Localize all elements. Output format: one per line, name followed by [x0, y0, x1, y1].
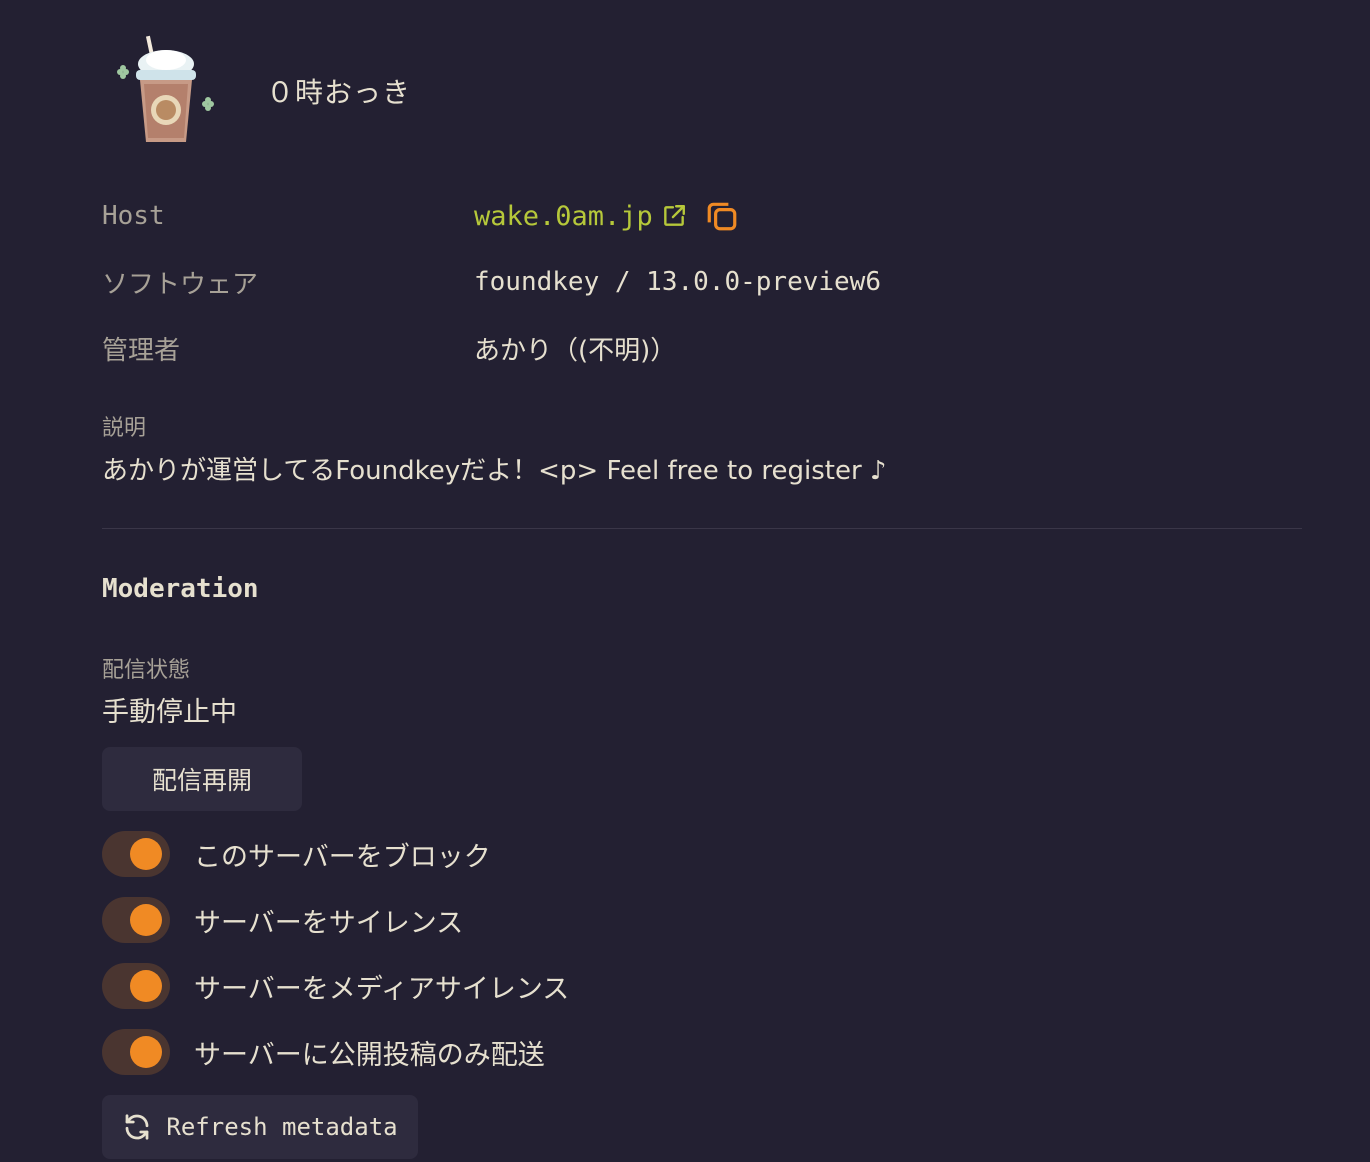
- copy-icon[interactable]: [705, 199, 739, 233]
- external-link-icon[interactable]: [661, 203, 687, 229]
- toggle-label: サーバーに公開投稿のみ配送: [194, 1039, 545, 1071]
- description-text: あかりが運営してるFoundkeyだよ！<p> Feel free to reg…: [102, 456, 887, 486]
- toggle-label: このサーバーをブロック: [194, 841, 491, 873]
- instance-name: ０時おっき: [266, 76, 412, 109]
- toggle-label: サーバーをサイレンス: [194, 907, 464, 939]
- moderation-title: Moderation: [102, 574, 259, 604]
- section-divider: [102, 528, 1302, 529]
- toggle-switch[interactable]: [102, 897, 170, 943]
- software-value: foundkey / 13.0.0-preview6: [474, 267, 881, 297]
- toggle-knob: [130, 1036, 162, 1068]
- refresh-icon: [126, 1114, 149, 1140]
- host-value-container: wake.0am.jp: [474, 199, 739, 233]
- software-label: ソフトウェア: [102, 269, 259, 300]
- toggle-block-server[interactable]: このサーバーをブロック: [102, 831, 491, 877]
- toggle-silence-server[interactable]: サーバーをサイレンス: [102, 897, 463, 943]
- host-link[interactable]: wake.0am.jp: [474, 201, 653, 232]
- resume-delivery-label: 配信再開: [151, 766, 252, 795]
- admin-value: あかり（(不明)）: [474, 335, 677, 366]
- instance-info-page: ０時おっき Host wake.0am.jp ソフトウェア foundkey /…: [0, 0, 1370, 1162]
- toggle-knob: [130, 838, 162, 870]
- toggle-switch[interactable]: [102, 1029, 170, 1075]
- toggle-knob: [130, 970, 162, 1002]
- delivery-status-label: 配信状態: [102, 658, 191, 683]
- toggle-knob: [130, 904, 162, 936]
- instance-avatar: [117, 35, 214, 142]
- toggle-switch[interactable]: [102, 963, 170, 1009]
- refresh-metadata-label: Refresh metadata: [166, 1113, 398, 1141]
- toggle-media-silence-server[interactable]: サーバーをメディアサイレンス: [102, 963, 569, 1009]
- host-label: Host: [102, 201, 165, 231]
- admin-label: 管理者: [102, 335, 181, 366]
- toggle-public-only-delivery[interactable]: サーバーに公開投稿のみ配送: [102, 1029, 545, 1075]
- software-row: ソフトウェア foundkey / 13.0.0-preview6: [102, 262, 881, 302]
- refresh-metadata-button[interactable]: Refresh metadata: [102, 1095, 418, 1159]
- resume-delivery-button[interactable]: 配信再開: [102, 747, 302, 811]
- description-label: 説明: [102, 416, 147, 441]
- toggle-label: サーバーをメディアサイレンス: [194, 973, 570, 1005]
- host-row: Host wake.0am.jp: [102, 196, 739, 236]
- instance-header: ０時おっき: [108, 30, 411, 152]
- toggle-switch[interactable]: [102, 831, 170, 877]
- admin-row: 管理者 あかり（(不明)）: [102, 328, 676, 368]
- delivery-status-value: 手動停止中: [102, 697, 237, 728]
